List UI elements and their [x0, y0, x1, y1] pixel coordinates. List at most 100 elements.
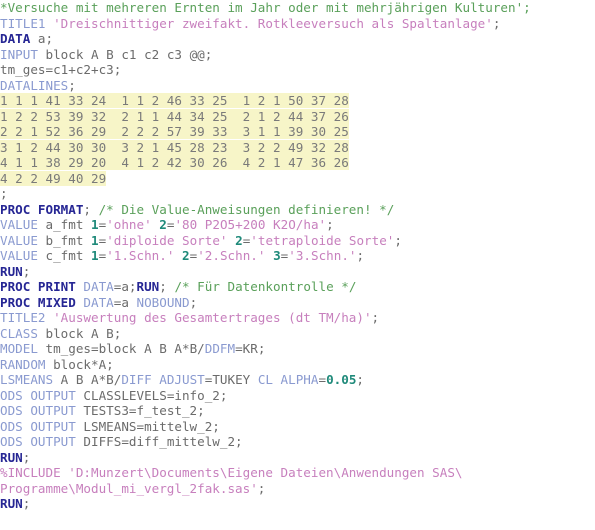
code-token-plain: ; [189, 294, 198, 310]
code-token-plain: a; [30, 31, 54, 46]
code-token-string: 'ohne' [106, 217, 152, 232]
code-token-keyword: INPUT [0, 46, 38, 62]
code-token-keyword: VALUE [0, 248, 38, 263]
code-line[interactable]: INPUT block A B c1 c2 c3 @@; [0, 47, 595, 63]
code-token-plain: DIFFS=diff_mittelw_2; [75, 434, 243, 449]
code-token-proc_keyword: PROC FORMAT [0, 201, 84, 217]
code-token-string: '3.Schn.' [288, 248, 357, 263]
code-token-plain: =a; [113, 279, 137, 294]
code-token-string: %INCLUDE 'D:Munzert\Documents\Eigene Dat… [0, 465, 463, 480]
code-token-plain: CLASSLEVELS=info_2; [75, 387, 228, 403]
code-line[interactable]: TITLE1 'Dreischnittiger zweifakt. Rotkle… [0, 16, 595, 32]
code-line[interactable]: Programme\Modul_mi_vergl_2fak.sas'; [0, 481, 595, 497]
code-line[interactable]: VALUE a_fmt 1='ohne' 2='80 P2O5+200 K2O/… [0, 217, 595, 233]
code-token-datalines: 1 2 2 53 39 32 2 1 1 44 34 25 2 1 2 44 3… [0, 108, 349, 124]
code-token-string: Programme\Modul_mi_vergl_2fak.sas' [0, 480, 258, 496]
code-line[interactable]: 2 2 1 52 36 29 2 2 2 57 39 33 3 1 1 39 3… [0, 124, 595, 140]
code-token-number: 2 [159, 217, 167, 232]
code-token-plain: ; [22, 449, 31, 465]
code-lines-container[interactable]: *Versuche mit mehreren Ernten im Jahr od… [0, 0, 595, 512]
code-line[interactable]: ODS OUTPUT LSMEANS=mittelw_2; [0, 419, 595, 435]
code-line[interactable]: ; [0, 186, 595, 202]
code-token-plain: b_fmt [37, 232, 91, 248]
code-token-plain: tm_ges=c1+c2+c3; [0, 62, 122, 77]
code-line[interactable]: tm_ges=c1+c2+c3; [0, 62, 595, 78]
code-token-string: '2.Schn.' [197, 248, 266, 263]
code-line[interactable]: PROC FORMAT; /* Die Value-Anweisungen de… [0, 202, 595, 218]
code-token-plain: ; [356, 248, 365, 263]
code-token-proc_keyword: RUN [0, 449, 23, 465]
code-token-plain: ; [22, 496, 31, 511]
code-line[interactable]: DATA a; [0, 31, 595, 47]
code-token-plain: ; [159, 279, 175, 294]
sas-code-editor[interactable]: *Versuche mit mehreren Ernten im Jahr od… [0, 0, 595, 530]
code-token-keyword: TITLE1 [0, 15, 54, 31]
code-line[interactable]: 1 2 2 53 39 32 2 1 1 44 34 25 2 1 2 44 3… [0, 108, 595, 125]
code-token-string: 'Dreischnittiger zweifakt. Rotkleeversuc… [53, 15, 493, 31]
code-token-string: 'diploide Sorte' [106, 232, 228, 248]
code-line[interactable]: PROC MIXED DATA=a NOBOUND; [0, 295, 595, 311]
code-token-proc_keyword: DATA [0, 31, 31, 46]
code-token-plain: ; [356, 372, 365, 387]
code-token-comment: /* Die Value-Anweisungen definieren! */ [98, 201, 395, 217]
code-token-plain: a_fmt [37, 217, 91, 232]
code-token-proc_keyword: RUN [0, 263, 23, 279]
code-line[interactable]: RANDOM block*A; [0, 357, 595, 373]
code-token-plain: block A B c1 c2 c3 @@; [37, 46, 213, 62]
code-token-number: 1 [91, 248, 99, 263]
code-line[interactable]: DATALINES; [0, 78, 595, 94]
code-line[interactable]: RUN; [0, 496, 595, 512]
code-token-plain: =a [113, 294, 137, 310]
code-token-plain: ; [83, 201, 99, 217]
code-line[interactable]: 4 1 1 38 29 20 4 1 2 42 30 26 4 2 1 47 3… [0, 155, 595, 171]
code-token-datalines: 1 1 1 41 33 24 1 1 2 46 33 25 1 2 1 50 3… [0, 93, 349, 108]
code-token-plain: tm_ges=block A B A*B/ [37, 341, 205, 356]
code-token-keyword: CL ALPHA [257, 372, 319, 387]
code-token-datalines: 3 1 2 44 30 30 3 2 1 45 28 23 3 2 2 49 3… [0, 139, 349, 155]
code-line[interactable]: ODS OUTPUT CLASSLEVELS=info_2; [0, 388, 595, 404]
code-token-keyword: DATA [83, 294, 114, 310]
code-token-plain: LSMEANS=mittelw_2; [75, 418, 220, 434]
code-token-keyword: ODS OUTPUT [0, 387, 76, 403]
code-line[interactable]: PROC PRINT DATA=a;RUN; /* Für Datenkontr… [0, 279, 595, 295]
code-token-proc_keyword: PROC MIXED [0, 294, 76, 310]
code-token-keyword: DDFM [204, 341, 236, 356]
code-line[interactable]: VALUE b_fmt 1='diploide Sorte' 2='tetrap… [0, 233, 595, 249]
code-token-number: 1 [91, 217, 99, 232]
code-token-string: 'tetraploide Sorte' [250, 232, 395, 248]
code-token-plain: block A B; [37, 325, 122, 341]
code-token-proc_keyword: RUN [0, 496, 23, 511]
code-line[interactable]: RUN; [0, 264, 595, 280]
code-line[interactable]: CLASS block A B; [0, 326, 595, 342]
code-token-datalines: 4 2 2 49 40 29 [0, 170, 107, 186]
code-token-keyword: RANDOM [0, 356, 46, 372]
code-line[interactable]: ODS OUTPUT DIFFS=diff_mittelw_2; [0, 434, 595, 450]
code-token-comment: *Versuche mit mehreren Ernten im Jahr od… [0, 0, 531, 15]
code-line[interactable]: MODEL tm_ges=block A B A*B/DDFM=KR; [0, 341, 595, 357]
code-line[interactable]: LSMEANS A B A*B/DIFF ADJUST=TUKEY CL ALP… [0, 372, 595, 388]
code-token-keyword: DIFF ADJUST [121, 372, 205, 387]
code-line[interactable]: 3 1 2 44 30 30 3 2 1 45 28 23 3 2 2 49 3… [0, 139, 595, 156]
code-line[interactable]: 1 1 1 41 33 24 1 1 2 46 33 25 1 2 1 50 3… [0, 93, 595, 109]
code-token-keyword: LSMEANS [0, 372, 54, 387]
code-token-keyword: VALUE [0, 217, 38, 232]
code-line[interactable]: *Versuche mit mehreren Ernten im Jahr od… [0, 0, 595, 16]
code-token-keyword: DATA [83, 279, 114, 294]
code-line[interactable]: 4 2 2 49 40 29 [0, 170, 595, 187]
code-token-number: 3 [273, 248, 281, 263]
code-token-plain: ; [257, 480, 266, 496]
code-line[interactable]: RUN; [0, 450, 595, 466]
code-line[interactable]: TITLE2 'Auswertung des Gesamtertrages (d… [0, 310, 595, 326]
code-line[interactable]: %INCLUDE 'D:Munzert\Documents\Eigene Dat… [0, 465, 595, 481]
code-token-datalines: 2 2 1 52 36 29 2 2 2 57 39 33 3 1 1 39 3… [0, 124, 349, 139]
code-token-plain: TESTS3=f_test_2; [75, 403, 205, 418]
code-token-proc_keyword: RUN [136, 279, 160, 294]
code-token-plain: ; [492, 15, 501, 31]
code-line[interactable]: VALUE c_fmt 1='1.Schn.' 2='2.Schn.' 3='3… [0, 248, 595, 264]
code-token-keyword: MODEL [0, 341, 38, 356]
code-line[interactable]: ODS OUTPUT TESTS3=f_test_2; [0, 403, 595, 419]
code-token-plain: c_fmt [37, 248, 91, 263]
code-token-string: '1.Schn.' [106, 248, 175, 263]
